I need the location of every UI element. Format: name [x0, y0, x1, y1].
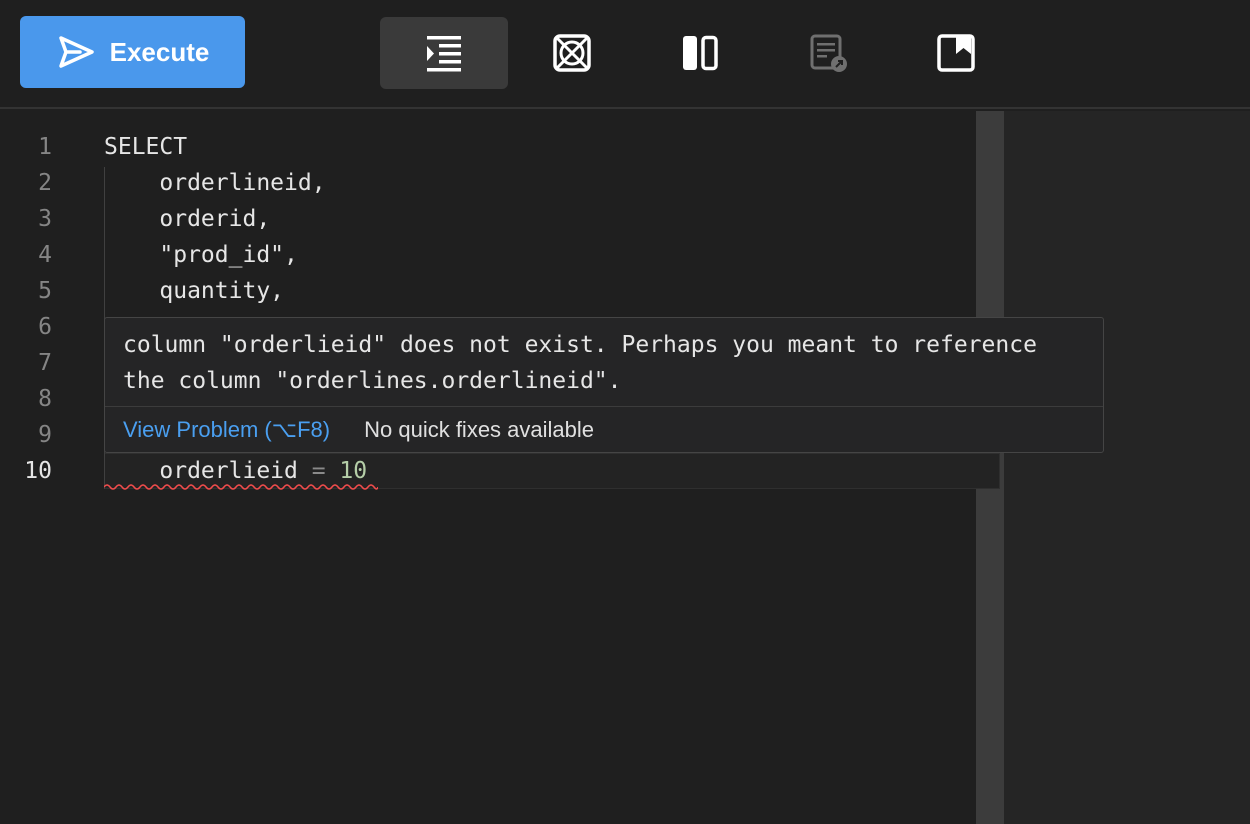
- explain-icon: [810, 34, 847, 72]
- error-message-line: the column "orderlines.orderlineid".: [123, 368, 622, 394]
- code-line[interactable]: 2 orderlineid,: [0, 165, 1000, 201]
- line-number: 5: [38, 278, 52, 304]
- bookmark-button[interactable]: [892, 17, 1020, 89]
- code-text: quantity,: [104, 278, 285, 304]
- format-icon: [427, 36, 461, 72]
- code-text: "prod_id",: [104, 242, 298, 268]
- hover-footer: View Problem (⌥F8) No quick fixes availa…: [105, 406, 1103, 452]
- split-view-button[interactable]: [636, 17, 764, 89]
- line-number: 10: [24, 458, 52, 484]
- error-squiggle: [104, 484, 378, 490]
- code-line[interactable]: 5 quantity,: [0, 273, 1000, 309]
- code-text: orderlineid,: [104, 170, 326, 196]
- line-number: 6: [38, 314, 52, 340]
- no-quick-fixes-text: No quick fixes available: [364, 416, 595, 442]
- code-line[interactable]: 4 "prod_id",: [0, 237, 1000, 273]
- toolbar: Execute: [0, 0, 1250, 109]
- operator-token: =: [311, 458, 326, 484]
- side-panel: [1004, 111, 1250, 824]
- line-number: 1: [38, 134, 52, 160]
- send-icon: [58, 36, 94, 68]
- clear-icon: [553, 34, 591, 72]
- code-text: SELECT: [104, 134, 188, 160]
- line-number: 2: [38, 170, 52, 196]
- sql-editor-app: Execute 1 SELECT 2 orderlineid, 3 orderi…: [0, 0, 1250, 824]
- execute-button[interactable]: Execute: [20, 16, 245, 88]
- format-button[interactable]: [380, 17, 508, 89]
- number-token: 10: [325, 458, 368, 484]
- clear-button[interactable]: [508, 17, 636, 89]
- bookmark-icon: [937, 34, 975, 72]
- error-message: column "orderlieid" does not exist. Perh…: [123, 327, 1093, 399]
- error-message-line: column "orderlieid" does not exist. Perh…: [123, 332, 1037, 358]
- line-number: 3: [38, 206, 52, 232]
- execute-label: Execute: [109, 36, 210, 67]
- view-problem-link[interactable]: View Problem (⌥F8): [123, 417, 330, 443]
- split-view-icon: [683, 35, 718, 71]
- line-number: 7: [38, 350, 52, 376]
- explain-button[interactable]: [764, 17, 892, 89]
- line-number: 8: [38, 386, 52, 412]
- line-number: 9: [38, 422, 52, 448]
- code-line[interactable]: 1 SELECT: [0, 129, 1000, 165]
- code-text: orderid,: [104, 206, 271, 232]
- line-number: 4: [38, 242, 52, 268]
- code-line[interactable]: 3 orderid,: [0, 201, 1000, 237]
- error-hover-popup: column "orderlieid" does not exist. Perh…: [104, 317, 1104, 453]
- identifier-token: orderlieid: [104, 458, 312, 484]
